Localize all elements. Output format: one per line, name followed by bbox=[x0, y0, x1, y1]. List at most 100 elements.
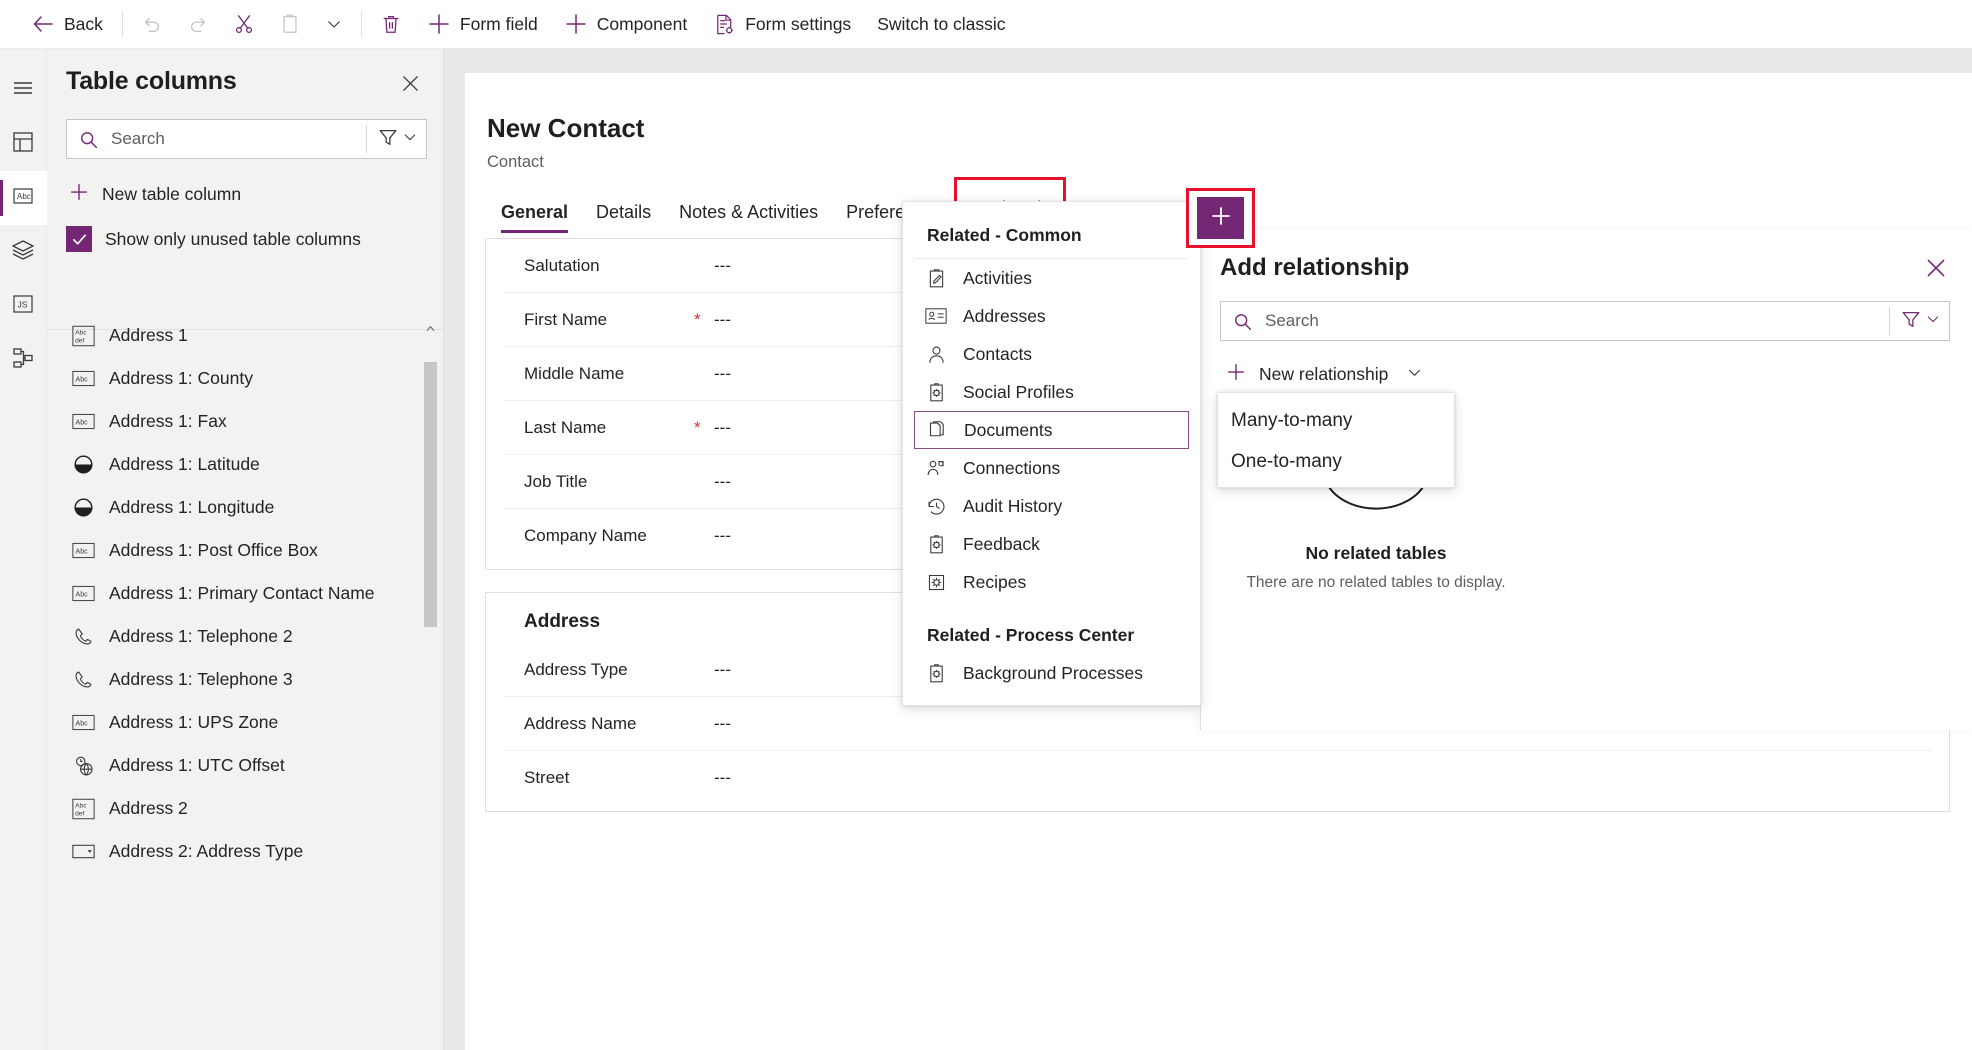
new-relationship-option[interactable]: Many-to-many bbox=[1218, 400, 1454, 441]
component-button[interactable]: Component bbox=[551, 4, 700, 44]
related-menu-item[interactable]: Background Processes bbox=[903, 654, 1200, 692]
add-relationship-search-input[interactable] bbox=[1263, 302, 1889, 340]
scroll-thumb[interactable] bbox=[424, 362, 437, 627]
redo-button[interactable] bbox=[175, 4, 221, 44]
new-table-column-label: New table column bbox=[102, 184, 242, 204]
table-column-label: Address 1: Post Office Box bbox=[109, 540, 318, 560]
show-unused-checkbox-row[interactable]: Show only unused table columns bbox=[66, 226, 443, 252]
new-relationship-dropdown: Many-to-many One-to-many bbox=[1217, 392, 1455, 488]
table-column-item[interactable]: Address 1: Telephone 2 bbox=[47, 615, 444, 658]
layers-icon bbox=[11, 238, 35, 267]
empty-illustration-icon bbox=[1316, 378, 1436, 524]
delete-button[interactable] bbox=[368, 4, 414, 44]
related-menu-item[interactable]: Connections bbox=[903, 449, 1200, 487]
related-menu-item[interactable]: Addresses bbox=[903, 297, 1200, 335]
rail-item-javascript[interactable]: JS bbox=[0, 279, 47, 333]
show-unused-checkbox[interactable] bbox=[66, 226, 92, 252]
related-menu-item[interactable]: Activities bbox=[903, 259, 1200, 297]
related-menu-item-label: Background Processes bbox=[963, 662, 1143, 683]
more-options-button[interactable] bbox=[313, 4, 355, 44]
table-column-item[interactable]: Address 1: Telephone 3 bbox=[47, 658, 444, 701]
related-menu-item-label: Activities bbox=[963, 267, 1033, 288]
field-label: Company Name bbox=[524, 526, 647, 545]
add-relationship-search-box[interactable] bbox=[1220, 301, 1950, 341]
related-menu-item[interactable]: Documents bbox=[914, 411, 1189, 449]
form-subtitle: Contact bbox=[487, 153, 544, 171]
new-table-column-button[interactable]: New table column bbox=[66, 173, 406, 216]
close-icon bbox=[1923, 255, 1949, 286]
related-menu-item[interactable]: Recipes bbox=[903, 563, 1200, 601]
decimal-icon bbox=[72, 453, 95, 476]
svg-text:JS: JS bbox=[18, 299, 28, 309]
activity-icon bbox=[925, 267, 947, 289]
scroll-up-arrow-icon[interactable] bbox=[424, 322, 437, 335]
rail-item-hierarchy[interactable] bbox=[0, 333, 47, 387]
scroll-track[interactable] bbox=[424, 335, 437, 869]
choice-icon bbox=[72, 840, 95, 863]
field-value: --- bbox=[714, 417, 731, 437]
form-field-button[interactable]: Form field bbox=[414, 4, 551, 44]
switch-to-classic-button[interactable]: Switch to classic bbox=[864, 4, 1018, 44]
add-relationship-plus-button[interactable] bbox=[1197, 197, 1244, 239]
tab-label: Details bbox=[596, 202, 652, 222]
related-menu-item[interactable]: Feedback bbox=[903, 525, 1200, 563]
table-column-item[interactable]: Abc Address 1: UPS Zone bbox=[47, 701, 444, 744]
profile-gear-icon bbox=[925, 662, 947, 684]
person-icon bbox=[925, 343, 947, 365]
table-column-item[interactable]: Abc def Address 2 bbox=[47, 787, 444, 830]
field-label: Job Title bbox=[524, 471, 588, 491]
panel-filter-button[interactable] bbox=[367, 120, 426, 158]
chevron-down-icon bbox=[1925, 311, 1941, 332]
related-menu-item[interactable]: Social Profiles bbox=[903, 373, 1200, 411]
divider-1 bbox=[121, 11, 123, 37]
table-column-item[interactable]: Address 1: Longitude bbox=[47, 486, 444, 529]
form-row[interactable]: Street --- bbox=[504, 751, 1931, 805]
table-columns-list: Abc def Address 1 Abc Address 1: County Abc Ad… bbox=[47, 314, 444, 1050]
new-relationship-option[interactable]: One-to-many bbox=[1218, 441, 1454, 482]
paste-button[interactable] bbox=[267, 4, 313, 44]
add-relationship-close-button[interactable] bbox=[1918, 252, 1954, 288]
search-icon bbox=[67, 129, 109, 150]
plus-icon bbox=[1225, 361, 1247, 388]
back-label: Back bbox=[64, 13, 103, 34]
back-button[interactable]: Back bbox=[18, 4, 116, 44]
table-column-item[interactable]: Address 1: UTC Offset bbox=[47, 744, 444, 787]
plus-icon bbox=[1209, 204, 1233, 233]
rail-item-layers[interactable] bbox=[0, 225, 47, 279]
timezone-icon bbox=[72, 754, 95, 777]
plus-icon bbox=[68, 181, 90, 208]
field-value: --- bbox=[714, 526, 731, 545]
multiline-text-icon: Abc def bbox=[72, 797, 95, 820]
tab-general[interactable]: General bbox=[487, 192, 582, 237]
rail-item-table-columns[interactable]: Abc bbox=[0, 171, 47, 225]
rail-item-components[interactable] bbox=[0, 117, 47, 171]
svg-text:Abc: Abc bbox=[76, 721, 89, 728]
table-column-item[interactable]: Abc Address 1: County bbox=[47, 357, 444, 400]
related-menu-item[interactable]: Contacts bbox=[903, 335, 1200, 373]
cut-button[interactable] bbox=[221, 4, 267, 44]
search-input[interactable] bbox=[109, 120, 366, 158]
table-column-item[interactable]: Address 1: Latitude bbox=[47, 443, 444, 486]
panel-scrollbar[interactable] bbox=[424, 322, 437, 882]
undo-button[interactable] bbox=[129, 4, 175, 44]
table-column-item[interactable]: Address 2: Address Type bbox=[47, 830, 444, 873]
tab-notes-activities[interactable]: Notes & Activities bbox=[665, 192, 832, 237]
table-column-label: Address 1: UTC Offset bbox=[109, 755, 285, 775]
rail-item-menu[interactable] bbox=[0, 63, 47, 117]
new-relationship-button[interactable]: New relationship bbox=[1223, 355, 1431, 394]
form-settings-button[interactable]: Form settings bbox=[700, 4, 864, 44]
panel-search-box[interactable] bbox=[66, 119, 427, 159]
related-menu-item[interactable]: Audit History bbox=[903, 487, 1200, 525]
panel-close-button[interactable] bbox=[393, 69, 427, 103]
tab-label: General bbox=[501, 202, 569, 222]
table-column-item[interactable]: Abc Address 1: Primary Contact Name bbox=[47, 572, 444, 615]
table-column-item[interactable]: Abc def Address 1 bbox=[47, 314, 444, 357]
delete-icon bbox=[380, 13, 402, 35]
tab-details[interactable]: Details bbox=[582, 192, 665, 237]
table-column-item[interactable]: Abc Address 1: Post Office Box bbox=[47, 529, 444, 572]
field-value: --- bbox=[714, 471, 731, 491]
text-icon: Abc bbox=[72, 410, 95, 433]
command-bar: Back Form field Component Form settings … bbox=[0, 0, 1972, 49]
table-column-item[interactable]: Abc Address 1: Fax bbox=[47, 400, 444, 443]
add-relationship-filter-button[interactable] bbox=[1890, 302, 1949, 340]
